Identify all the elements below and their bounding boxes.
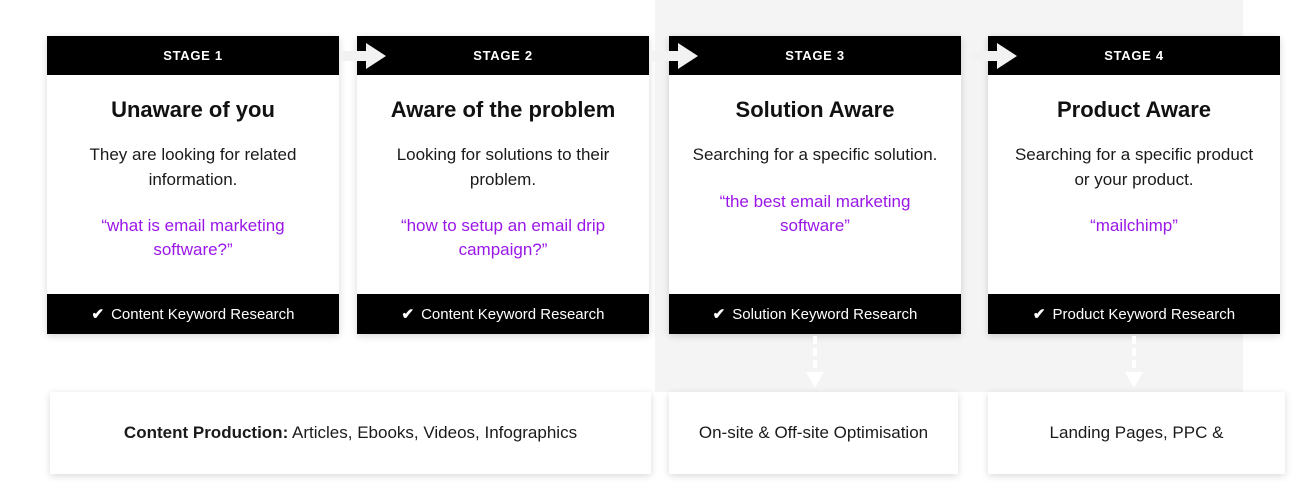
stage-card-1[interactable]: STAGE 1 Unaware of you They are looking … [47, 36, 339, 334]
stage-body-1: Unaware of you They are looking for rela… [47, 75, 339, 294]
stage-title: Product Aware [1056, 97, 1212, 122]
stage-header-3: STAGE 3 [652, 36, 961, 75]
output-card-label: Content Production: [123, 422, 289, 442]
stage-body-2: Aware of the problem Looking for solutio… [357, 75, 649, 294]
stage-description: Searching for a specific product or your… [1014, 145, 1254, 189]
stage-title: Unaware of you [111, 97, 275, 122]
stage-badge-label: STAGE 3 [785, 48, 845, 63]
output-card-landing-pages[interactable]: Landing Pages, PPC & [988, 392, 1285, 474]
stage-footer-2[interactable]: ✔ Content Keyword Research [357, 294, 649, 334]
stage-description: Looking for solutions to their problem. [396, 145, 610, 189]
right-arrow-icon [652, 42, 698, 69]
stage-body-3: Solution Aware Searching for a specific … [669, 75, 961, 294]
stage-body-4: Product Aware Searching for a specific p… [988, 75, 1280, 294]
stage-footer-label: Product Keyword Research [1052, 305, 1236, 323]
down-arrow-connector-icon [1123, 336, 1145, 394]
check-icon: ✔ [1032, 305, 1046, 323]
stage-title: Solution Aware [735, 97, 895, 122]
stage-badge-label: STAGE 2 [473, 48, 533, 63]
stage-footer-label: Content Keyword Research [111, 305, 295, 323]
stage-card-3[interactable]: STAGE 3 Solution Aware Searching for a s… [652, 36, 961, 334]
output-card-value: Landing Pages, PPC & [1049, 422, 1224, 442]
stage-description: Searching for a specific solution. [692, 145, 938, 165]
stage-footer-label: Content Keyword Research [421, 305, 605, 323]
right-arrow-icon [340, 42, 386, 69]
check-icon: ✔ [91, 305, 105, 323]
stage-description: They are looking for related information… [89, 145, 297, 189]
stage-footer-label: Solution Keyword Research [732, 305, 918, 323]
stage-badge-label: STAGE 1 [163, 48, 223, 63]
stage-header-2: STAGE 2 [340, 36, 649, 75]
stage-footer-1[interactable]: ✔ Content Keyword Research [47, 294, 339, 334]
stage-header-4: STAGE 4 [971, 36, 1280, 75]
stage-badge-label: STAGE 4 [1104, 48, 1164, 63]
stage-footer-4[interactable]: ✔ Product Keyword Research [988, 294, 1280, 334]
output-card-text: Content Production: Articles, Ebooks, Vi… [124, 421, 577, 445]
output-card-content-production[interactable]: Content Production: Articles, Ebooks, Vi… [50, 392, 651, 474]
check-icon: ✔ [401, 305, 415, 323]
stage-title: Aware of the problem [390, 97, 616, 122]
output-card-value: Articles, Ebooks, Videos, Infographics [288, 422, 578, 442]
stage-example-query: “the best email marketing software” [719, 191, 911, 235]
output-card-value: On-site & Off-site Optimisation [698, 422, 929, 442]
stage-header-1: STAGE 1 [47, 36, 339, 75]
stage-example-query: “what is email marketing software?” [101, 215, 285, 259]
stage-example-query: “how to setup an email drip campaign?” [400, 215, 606, 259]
stage-example-query: “mailchimp” [1090, 215, 1178, 235]
right-arrow-icon [971, 42, 1017, 69]
down-arrow-connector-icon [804, 336, 826, 394]
stage-footer-3[interactable]: ✔ Solution Keyword Research [669, 294, 961, 334]
output-card-optimisation[interactable]: On-site & Off-site Optimisation [669, 392, 958, 474]
check-icon: ✔ [712, 305, 726, 323]
stage-card-2[interactable]: STAGE 2 Aware of the problem Looking for… [340, 36, 649, 334]
stage-card-4[interactable]: STAGE 4 Product Aware Searching for a sp… [971, 36, 1280, 334]
